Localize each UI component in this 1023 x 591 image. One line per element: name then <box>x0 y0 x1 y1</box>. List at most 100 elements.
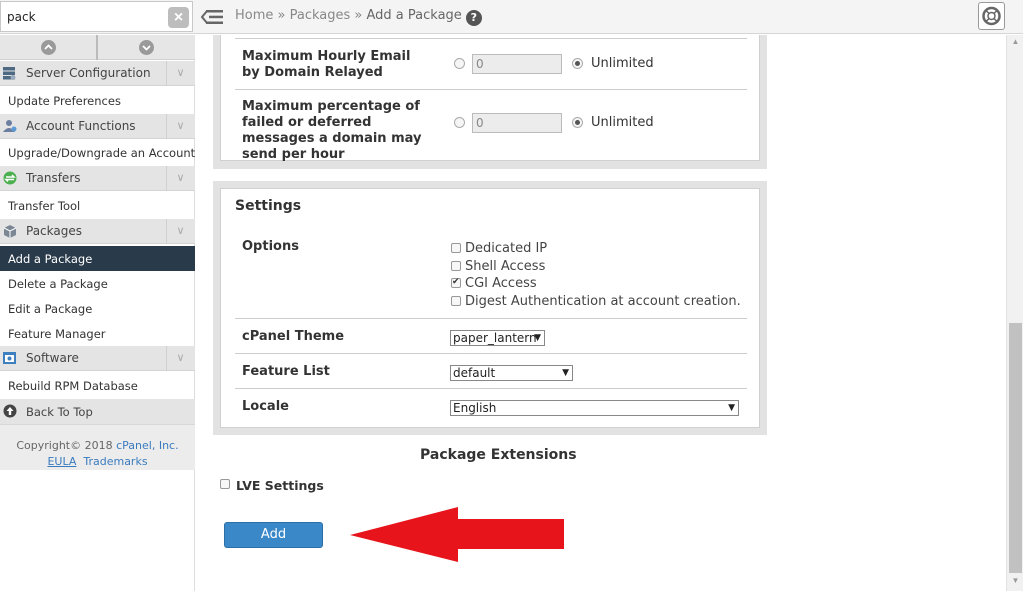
help-icon[interactable]: ? <box>465 10 482 26</box>
sidebar-item-upgrade-downgrade[interactable]: Upgrade/Downgrade an Account <box>0 140 195 165</box>
cgi-access-label: CGI Access <box>465 276 537 291</box>
breadcrumb-separator: » <box>350 8 367 23</box>
sidebar-category-account-functions[interactable]: Account Functions ∨ <box>0 114 195 139</box>
vertical-scrollbar[interactable]: ▲ ▼ <box>1006 35 1023 591</box>
sidebar-category-software[interactable]: Software ∨ <box>0 346 195 371</box>
divider <box>235 388 747 389</box>
sidebar-item-feature-manager[interactable]: Feature Manager <box>0 321 195 346</box>
sidebar-category-packages[interactable]: Packages ∨ <box>0 219 195 244</box>
back-to-top-button[interactable]: Back To Top <box>0 399 195 424</box>
max-hourly-email-label: Maximum Hourly Email by Domain Relayed <box>242 49 411 80</box>
annotation-arrow-icon <box>350 507 564 562</box>
max-failed-percentage-custom-radio[interactable] <box>454 117 465 128</box>
scroll-up-arrow-icon[interactable]: ▲ <box>1007 37 1023 49</box>
settings-title: Settings <box>235 198 302 214</box>
feature-list-select[interactable]: default ▼ <box>450 365 573 381</box>
sidebar-item-update-preferences[interactable]: Update Preferences <box>0 88 195 113</box>
breadcrumb-separator: » <box>273 8 290 23</box>
user-icon <box>3 120 17 132</box>
sidebar-item-transfer-tool[interactable]: Transfer Tool <box>0 193 195 218</box>
menu-toggle-icon[interactable] <box>200 7 223 27</box>
breadcrumb-packages[interactable]: Packages <box>290 8 351 23</box>
sidebar-item-label: Upgrade/Downgrade an Account <box>8 146 196 160</box>
sidebar-category-label: Packages <box>26 224 82 238</box>
cgi-access-checkbox[interactable] <box>451 276 461 288</box>
chevron-down-icon: ∨ <box>166 114 194 139</box>
sidebar-item-label: Update Preferences <box>8 94 121 108</box>
cpanel-theme-select[interactable]: paper_lantern ▼ <box>450 330 545 346</box>
eula-link[interactable]: EULA <box>47 455 76 468</box>
dedicated-ip-checkbox[interactable] <box>451 243 461 253</box>
search-box: × <box>0 1 193 32</box>
shell-access-checkbox[interactable] <box>451 261 461 271</box>
back-to-top-label: Back To Top <box>26 405 93 419</box>
sidebar-item-label: Feature Manager <box>8 327 106 341</box>
sidebar-category-label: Server Configuration <box>26 66 151 80</box>
dedicated-ip-label: Dedicated IP <box>465 241 548 256</box>
lve-settings-label: LVE Settings <box>236 478 324 493</box>
support-button[interactable] <box>978 2 1005 30</box>
dropdown-arrow-icon: ▼ <box>562 368 569 378</box>
sidebar-category-transfers[interactable]: Transfers ∨ <box>0 166 195 191</box>
sidebar-item-label: Edit a Package <box>8 302 93 316</box>
max-hourly-email-unlimited-label: Unlimited <box>591 56 654 71</box>
sidebar-item-add-package[interactable]: Add a Package <box>0 246 195 271</box>
sidebar-item-edit-package[interactable]: Edit a Package <box>0 296 195 321</box>
expand-all-button[interactable] <box>139 40 154 55</box>
trademarks-link[interactable]: Trademarks <box>83 455 147 468</box>
software-icon <box>3 352 16 364</box>
sidebar-category-label: Transfers <box>26 171 81 185</box>
sidebar-category-server-configuration[interactable]: Server Configuration ∨ <box>0 61 195 86</box>
max-hourly-email-input[interactable]: 0 <box>472 54 562 74</box>
feature-list-value: default <box>453 366 496 380</box>
sidebar-item-delete-package[interactable]: Delete a Package <box>0 271 195 296</box>
lve-settings-checkbox[interactable] <box>220 479 230 489</box>
scroll-down-arrow-icon[interactable]: ▼ <box>1007 576 1023 588</box>
divider <box>235 353 747 354</box>
breadcrumb-current: Add a Package <box>366 8 462 23</box>
chevron-down-icon: ∨ <box>166 346 194 371</box>
digest-auth-label: Digest Authentication at account creatio… <box>465 294 741 309</box>
sidebar: Server Configuration ∨ Update Preference… <box>0 35 195 591</box>
locale-value: English <box>453 401 497 415</box>
locale-label: Locale <box>242 399 289 414</box>
scroll-thumb[interactable] <box>1009 323 1022 573</box>
max-failed-percentage-label: Maximum percentage of failed or deferred… <box>242 99 422 162</box>
max-failed-percentage-unlimited-radio[interactable] <box>572 117 583 128</box>
email-limits-panel: Maximum Hourly Email by Domain Relayed 0… <box>220 35 760 162</box>
cpanel-link[interactable]: cPanel, Inc. <box>116 439 178 452</box>
shell-access-label: Shell Access <box>465 259 546 274</box>
options-label: Options <box>242 239 299 254</box>
server-icon <box>3 67 16 80</box>
chevron-down-icon: ∨ <box>166 166 194 191</box>
top-bar: × Home » Packages » Add a Package? <box>0 0 1023 34</box>
cpanel-theme-value: paper_lantern <box>453 331 537 345</box>
locale-select[interactable]: English ▼ <box>450 400 739 416</box>
feature-list-label: Feature List <box>242 364 330 379</box>
max-failed-percentage-input[interactable]: 0 <box>472 113 562 133</box>
chevron-down-icon: ∨ <box>166 219 194 244</box>
collapse-all-button[interactable] <box>41 40 56 55</box>
clear-search-icon[interactable]: × <box>168 7 189 28</box>
breadcrumb-home[interactable]: Home <box>235 8 273 23</box>
sidebar-item-label: Add a Package <box>8 252 93 266</box>
chevron-down-icon <box>142 45 151 51</box>
divider <box>235 89 747 90</box>
max-hourly-email-custom-radio[interactable] <box>454 58 465 69</box>
sidebar-collapse-bar <box>0 35 195 60</box>
max-hourly-email-unlimited-radio[interactable] <box>572 58 583 69</box>
divider <box>235 38 747 39</box>
digest-auth-checkbox[interactable] <box>451 296 461 306</box>
search-input[interactable] <box>7 8 157 26</box>
divider <box>235 318 747 319</box>
lifebuoy-icon <box>982 6 1001 26</box>
dropdown-arrow-icon: ▼ <box>728 403 735 413</box>
sidebar-footer: Copyright© 2018 cPanel, Inc. EULA Tradem… <box>0 424 195 470</box>
sidebar-item-rebuild-rpm[interactable]: Rebuild RPM Database <box>0 373 195 398</box>
sidebar-item-label: Rebuild RPM Database <box>8 379 138 393</box>
transfer-icon <box>3 171 17 185</box>
sidebar-item-label: Delete a Package <box>8 277 108 291</box>
add-button[interactable]: Add <box>224 522 323 548</box>
breadcrumb: Home » Packages » Add a Package? <box>235 8 482 26</box>
sidebar-item-label: Transfer Tool <box>8 199 81 213</box>
